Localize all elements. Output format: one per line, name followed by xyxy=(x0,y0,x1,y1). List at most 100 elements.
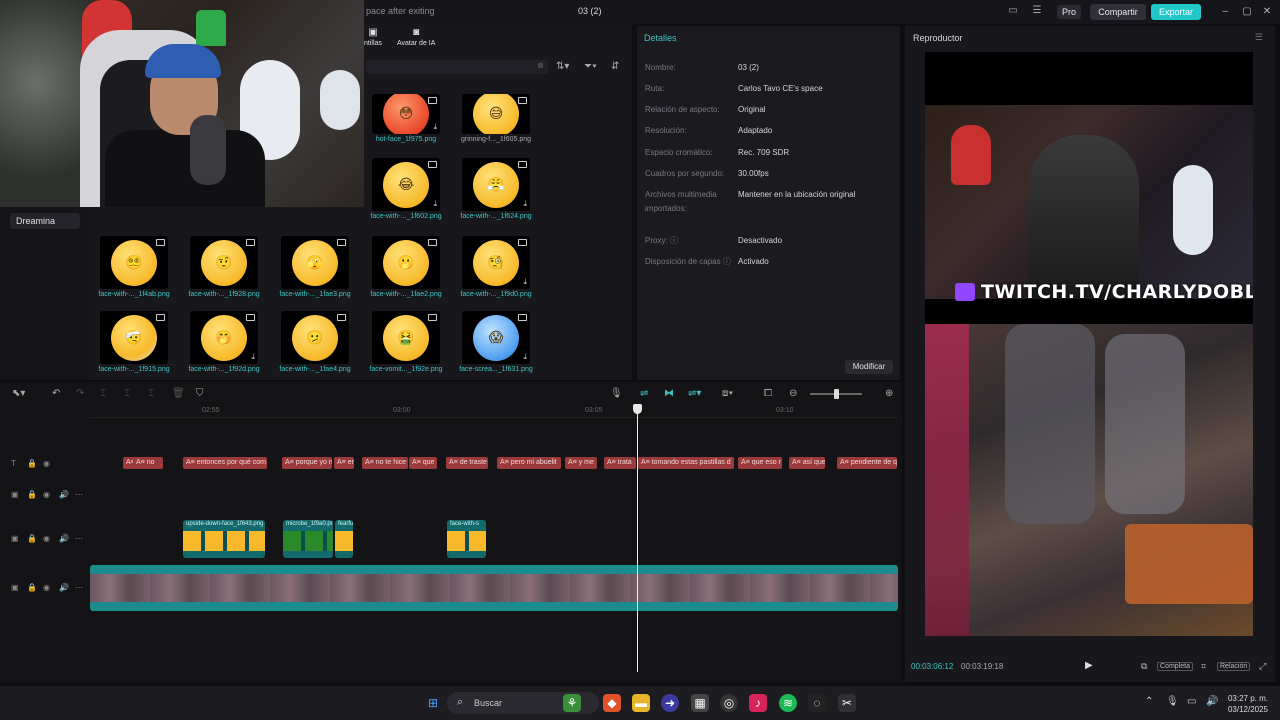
caption-clip[interactable]: A≡ no te hice xyxy=(362,457,408,469)
speaker-icon[interactable]: 🔊 xyxy=(59,583,69,592)
media-tile[interactable]: 😅 grinning-f..._1f605.png xyxy=(454,94,538,143)
media-tile[interactable]: 🤨 face-with-..._1f928.png xyxy=(182,236,266,298)
system-clock[interactable]: 03:27 p. m. 03/12/2025 xyxy=(1224,693,1268,715)
maximize-icon[interactable]: ▢ xyxy=(1239,4,1255,20)
download-icon[interactable]: ⤓ xyxy=(433,199,437,209)
windows-start-icon[interactable]: ⊞ xyxy=(424,694,442,712)
eye-icon[interactable]: ◉ xyxy=(43,534,50,543)
ratio-button[interactable]: Relación xyxy=(1217,662,1251,671)
eye-icon[interactable]: ◉ xyxy=(43,583,50,592)
menu-icon[interactable]: ☰ xyxy=(1255,32,1263,43)
modify-button[interactable]: Modificar xyxy=(845,360,893,374)
spotify-icon[interactable]: ≋ xyxy=(779,694,797,712)
download-icon[interactable]: ⤓ xyxy=(251,352,255,362)
main-video-clip[interactable] xyxy=(90,565,898,611)
brave-icon[interactable]: ◆ xyxy=(603,694,621,712)
media-search-input[interactable]: ⊗ xyxy=(366,60,548,74)
clear-icon[interactable]: ⊗ xyxy=(537,61,544,70)
tiktok-icon[interactable]: ♪ xyxy=(749,694,767,712)
video-preview[interactable]: TWITCH.TV/CHARLYDOBLEC xyxy=(925,52,1253,636)
link-icon[interactable]: ⇌ xyxy=(640,388,648,399)
tab-ai-avatar[interactable]: ◙ Avatar de IA xyxy=(397,27,435,47)
caption-clip[interactable]: A≡ no xyxy=(133,457,163,469)
mic-tray-icon[interactable]: 🎙 xyxy=(1166,696,1179,707)
app-icon[interactable]: ◌ xyxy=(808,694,826,712)
time-ruler[interactable]: 02:55 03:00 03:05 03:10 xyxy=(90,406,898,418)
media-tile[interactable]: 😵‍💫 face-with-..._1f4ab.png xyxy=(92,236,176,298)
caption-clip[interactable]: A≡ er xyxy=(334,457,354,469)
app-icon[interactable]: ▦ xyxy=(691,694,709,712)
speaker-icon[interactable]: 🔊 xyxy=(59,490,69,499)
sticker-clip[interactable]: face-with-s xyxy=(447,520,486,558)
lock-icon[interactable]: 🔒 xyxy=(27,534,37,543)
layout-icon[interactable]: ▭ xyxy=(1006,5,1020,17)
media-tile[interactable]: 😳 ⤓ hot-face_1f975.png xyxy=(364,94,448,143)
media-tile[interactable]: 🫢 face-with-..._1fae2.png xyxy=(364,236,448,298)
fullscreen-icon[interactable]: ⤢ xyxy=(1259,661,1266,672)
caption-clip[interactable]: A≡ de traste xyxy=(446,457,488,469)
more-icon[interactable]: ⋯ xyxy=(75,534,83,543)
lock-icon[interactable]: 🔒 xyxy=(27,490,37,499)
more-icon[interactable]: ⋯ xyxy=(75,583,83,592)
order-icon[interactable]: ⇵ xyxy=(611,61,619,72)
zoom-in-icon[interactable]: ⊕ xyxy=(885,388,893,399)
caption-clip[interactable]: A≡ así que xyxy=(789,457,825,469)
minimize-icon[interactable]: – xyxy=(1217,4,1233,20)
download-icon[interactable]: ⤓ xyxy=(523,199,527,209)
sticker-clip[interactable]: upside-down-face_1f643.png xyxy=(183,520,265,558)
share-button[interactable]: Compartir xyxy=(1090,4,1146,20)
download-icon[interactable]: ⤓ xyxy=(523,277,527,287)
lock-icon[interactable]: 🔒 xyxy=(27,583,37,592)
export-button[interactable]: Exportar xyxy=(1151,4,1201,20)
download-icon[interactable]: ⤓ xyxy=(433,122,437,132)
caption-clip[interactable]: A≡ trata xyxy=(604,457,636,469)
media-tile[interactable]: 🫤 face-with-..._1fae4.png xyxy=(273,311,357,373)
snap-icon[interactable]: ⇌▾ xyxy=(688,388,701,399)
caption-clip[interactable]: A≡ tomando estas pastillas d xyxy=(638,457,734,469)
zoom-slider-handle[interactable] xyxy=(834,389,839,399)
sidebar-item-dreamina[interactable]: Dreamina xyxy=(10,213,80,229)
file-explorer-icon[interactable]: ▬ xyxy=(632,694,650,712)
app-icon[interactable]: ➜ xyxy=(661,694,679,712)
play-icon[interactable]: ▶ xyxy=(1085,660,1093,671)
filter-icon[interactable]: ⏷▾ xyxy=(584,61,597,72)
media-tile[interactable]: 🤭 ⤓ face-with-..._1f92d.png xyxy=(182,311,266,373)
volume-icon[interactable]: 🔊 xyxy=(1206,696,1218,707)
caption-clip[interactable]: A≡ entonces por qué com xyxy=(183,457,267,469)
lock-icon[interactable]: 🔒 xyxy=(27,459,37,468)
media-tile[interactable]: 😤 ⤓ face-with-..._1f624.png xyxy=(454,158,538,220)
media-tile[interactable]: 🤮 face-vomit..._1f92e.png xyxy=(364,311,448,373)
pro-badge[interactable]: Pro xyxy=(1057,5,1082,19)
preview-axis-icon[interactable]: ⧈▾ xyxy=(722,388,733,399)
split-icon[interactable]: ⌶ xyxy=(100,388,106,399)
shortcuts-icon[interactable]: ☰ xyxy=(1030,5,1044,17)
media-tile[interactable]: 😂 ⤓ face-with-..._1f602.png xyxy=(364,158,448,220)
app-icon[interactable]: ◎ xyxy=(720,694,738,712)
widgets-icon[interactable]: ⚘ xyxy=(563,694,581,712)
eye-icon[interactable]: ◉ xyxy=(43,490,50,499)
sticker-clip[interactable]: fearfu xyxy=(335,520,353,558)
caption-clip[interactable]: A≡ que eso r xyxy=(738,457,782,469)
caption-icon[interactable]: ⧠ xyxy=(764,388,772,399)
snapshot-icon[interactable]: ⌗ xyxy=(1201,661,1206,672)
magnet-icon[interactable]: ⧓ xyxy=(664,388,674,399)
chevron-up-icon[interactable]: ⌃ xyxy=(1145,696,1153,707)
caption-clip[interactable]: A≡ pendiente de que xyxy=(837,457,897,469)
undo-icon[interactable]: ↶ xyxy=(52,388,60,399)
mic-icon[interactable]: 🎙 xyxy=(610,388,623,399)
eye-icon[interactable]: ◉ xyxy=(43,459,50,468)
sticker-clip[interactable]: microbe_1f9a0.png xyxy=(283,520,333,558)
tab-templates[interactable]: ▣ ntillas xyxy=(364,27,382,47)
full-quality-button[interactable]: Completa xyxy=(1157,662,1193,671)
more-icon[interactable]: ⋯ xyxy=(75,490,83,499)
playhead[interactable] xyxy=(637,410,638,672)
redo-icon[interactable]: ↷ xyxy=(76,388,84,399)
capcut-icon[interactable]: ✂ xyxy=(838,694,856,712)
split-right-icon[interactable]: ⌶ xyxy=(148,388,154,399)
shield-icon[interactable]: ⛉ xyxy=(196,388,204,399)
split-left-icon[interactable]: ⌶ xyxy=(124,388,130,399)
media-tile[interactable]: 😱 ⤓ face-screa..._1f631.png xyxy=(454,311,538,373)
caption-clip[interactable]: A≡ que xyxy=(409,457,437,469)
caption-clip[interactable]: A≡ porque yo n xyxy=(282,457,332,469)
select-tool-icon[interactable]: ⬉▾ xyxy=(12,388,25,399)
